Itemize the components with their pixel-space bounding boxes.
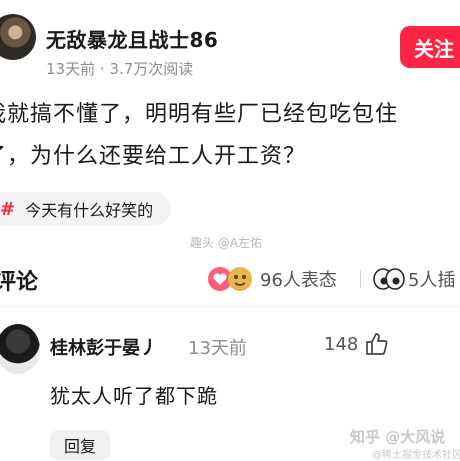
reply-button[interactable]: 回复	[50, 430, 110, 460]
topic-label: 今天有什么好笑的	[25, 201, 154, 220]
follow-button[interactable]: 关注	[400, 26, 460, 68]
comment-text: 犹太人听了都下跪	[50, 384, 218, 408]
comment-like-count: 148	[324, 334, 359, 355]
comment-time: 13天前	[188, 338, 247, 359]
post-body-line-1: 我就搞不懂了，明明有些厂已经包吃包住	[0, 102, 399, 127]
footer-watermark-sub: @稀土掘金技术社区	[372, 450, 460, 461]
footer-watermark: 知乎 @大风说	[350, 428, 446, 446]
reaction-count: 96人表态	[260, 270, 337, 291]
watermark: 趣头 @A左佑	[190, 236, 263, 250]
view-count: 3.7万次阅读	[109, 60, 194, 78]
topic-chip[interactable]: # 今天有什么好笑的	[0, 192, 172, 226]
share-count: 5人插	[408, 270, 456, 291]
eye-icon[interactable]	[372, 266, 406, 292]
meta-dot: ·	[99, 60, 105, 78]
author-avatar[interactable]	[0, 14, 36, 60]
topic-hash-icon: #	[0, 198, 16, 220]
divider	[360, 270, 361, 288]
author-name[interactable]: 无敌暴龙且战士86	[46, 24, 218, 53]
post-time: 13天前	[46, 60, 96, 78]
post-meta: 13天前 · 3.7万次阅读	[46, 58, 193, 79]
comments-title: 评论	[0, 270, 39, 295]
thumb-up-icon[interactable]	[364, 331, 390, 357]
heart-reaction-icon[interactable]	[206, 265, 256, 293]
commenter-avatar[interactable]	[0, 324, 40, 374]
separator	[0, 306, 460, 307]
comment-author[interactable]: 桂林彭于晏丿	[50, 334, 158, 360]
post-body-line-2: 了，为什么还要给工人开工资？	[0, 144, 307, 169]
